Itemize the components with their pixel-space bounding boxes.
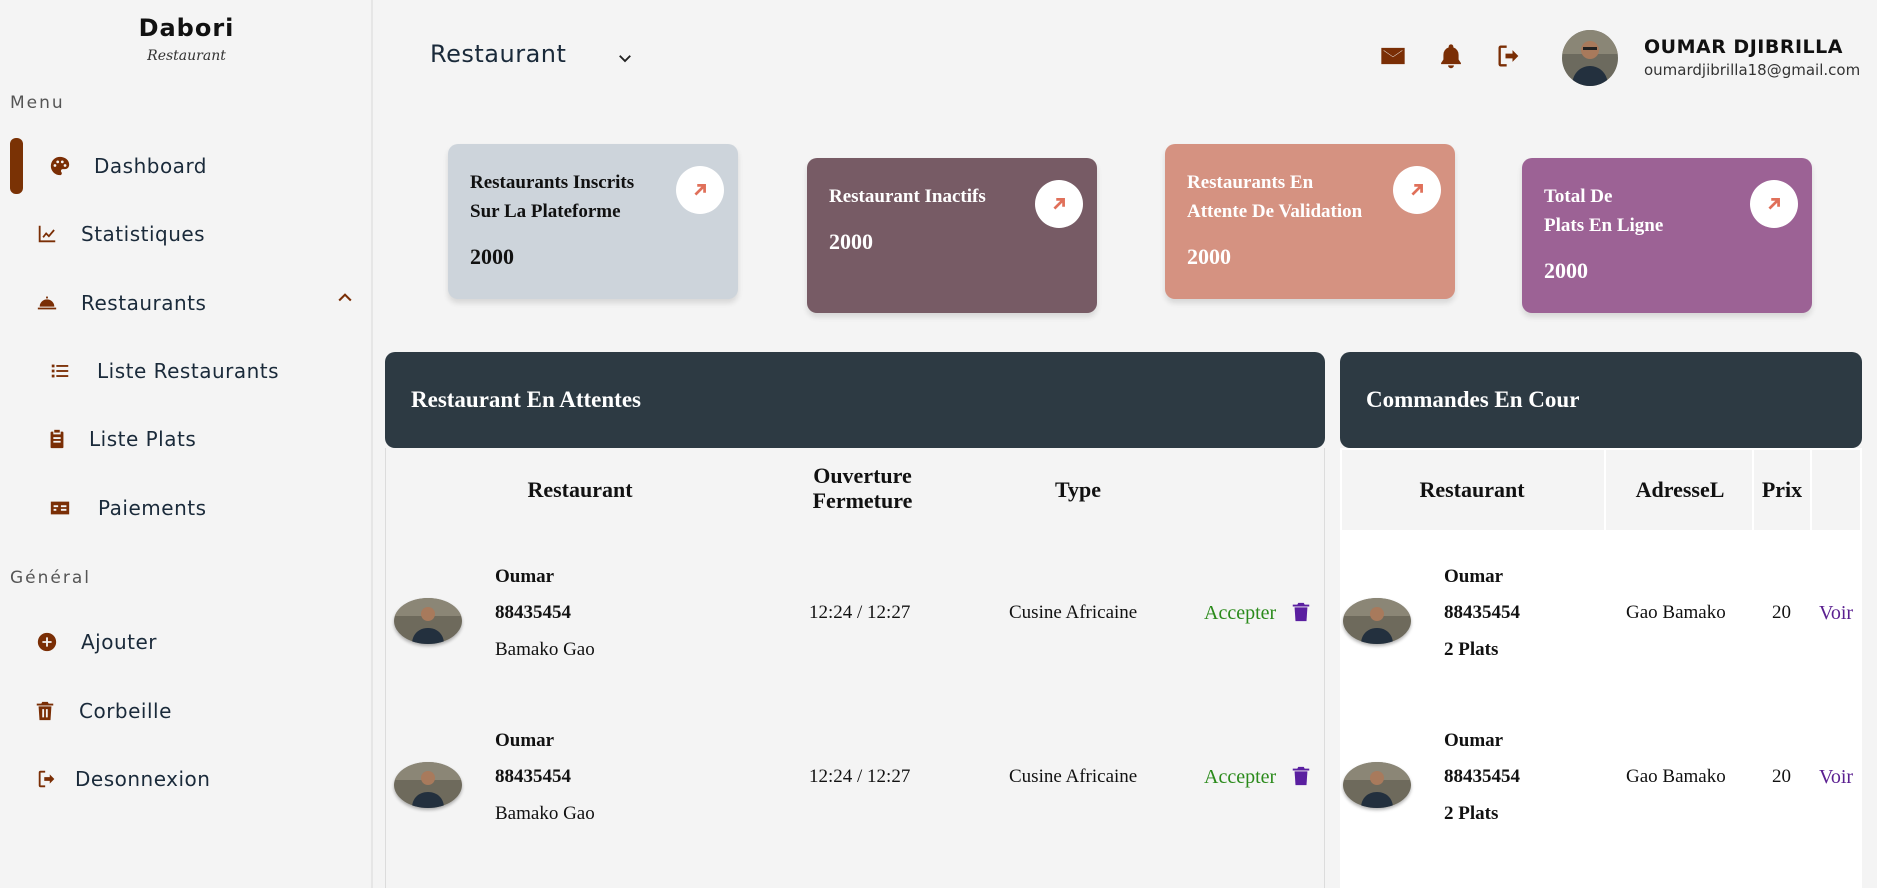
restaurant-name: Oumar bbox=[495, 730, 555, 751]
sidebar-item-label: Restaurants bbox=[81, 291, 207, 315]
trash-icon bbox=[33, 699, 57, 723]
column-divider bbox=[1752, 450, 1754, 530]
sidebar-item-ajouter[interactable]: Ajouter bbox=[35, 614, 157, 670]
stat-card-registered: Restaurants Inscrits Sur La Plateforme 2… bbox=[448, 144, 738, 299]
sidebar-item-liste-restaurants[interactable]: Liste Restaurants bbox=[48, 343, 279, 399]
card-value: 2000 bbox=[1544, 258, 1588, 283]
sidebar-item-liste-plats[interactable]: Liste Plats bbox=[45, 411, 196, 467]
bell-icon[interactable] bbox=[1436, 41, 1466, 71]
sidebar-item-label: Paiements bbox=[98, 496, 207, 520]
card-value: 2000 bbox=[470, 244, 514, 269]
col-hours: Ouverture Fermeture bbox=[812, 463, 913, 513]
stat-card-pending: Restaurants En Attente De Validation 200… bbox=[1165, 144, 1455, 299]
col-price: Prix bbox=[1761, 477, 1803, 502]
order-restaurant-name: Oumar bbox=[1444, 730, 1504, 751]
restaurant-avatar bbox=[1343, 762, 1411, 808]
card-value: 2000 bbox=[829, 229, 873, 254]
money-card-icon bbox=[48, 496, 72, 520]
sidebar-item-label: Liste Restaurants bbox=[97, 359, 280, 383]
restaurant-avatar bbox=[1343, 598, 1411, 644]
orders-panel-title: Commandes En Cour bbox=[1366, 387, 1580, 412]
chevron-up-icon[interactable] bbox=[335, 288, 355, 308]
order-phone: 88435454 bbox=[1444, 766, 1520, 787]
trash-icon[interactable] bbox=[1290, 765, 1314, 789]
sign-out-icon bbox=[35, 767, 59, 791]
user-name: OUMAR DJIBRILLA bbox=[1644, 36, 1843, 58]
column-divider bbox=[1810, 450, 1812, 530]
sidebar-item-label: Desonnexion bbox=[75, 767, 211, 791]
list-icon bbox=[48, 359, 72, 383]
trash-icon[interactable] bbox=[1290, 601, 1314, 625]
plus-circle-icon bbox=[35, 630, 59, 654]
arrow-up-right-icon[interactable] bbox=[1393, 166, 1441, 214]
general-section-label: Général bbox=[10, 568, 91, 588]
active-indicator bbox=[10, 138, 23, 194]
col-restaurant: Restaurant bbox=[527, 477, 633, 502]
order-plats: 2 Plats bbox=[1444, 639, 1499, 660]
sidebar-item-dashboard[interactable]: Dashboard bbox=[48, 138, 207, 194]
accept-link[interactable]: Accepter bbox=[1204, 602, 1276, 625]
order-address: Gao Bamako bbox=[1626, 602, 1726, 623]
sidebar-item-paiements[interactable]: Paiements bbox=[48, 480, 207, 536]
sidebar-item-restaurants[interactable]: Restaurants bbox=[35, 275, 206, 331]
order-address: Gao Bamako bbox=[1626, 766, 1726, 787]
restaurant-phone: 88435454 bbox=[495, 602, 571, 623]
orders-panel-header: Commandes En Cour bbox=[1340, 352, 1862, 448]
restaurant-phone: 88435454 bbox=[495, 766, 571, 787]
pending-panel-header: Restaurant En Attentes bbox=[385, 352, 1325, 448]
brand-name: Dabori bbox=[138, 14, 235, 42]
col-restaurant: Restaurant bbox=[1419, 477, 1525, 502]
restaurant-type: Cusine Africaine bbox=[1009, 766, 1138, 787]
bell-concierge-icon bbox=[35, 291, 59, 315]
palette-icon bbox=[48, 154, 72, 178]
order-price: 20 bbox=[1772, 766, 1791, 787]
restaurant-hours: 12:24 / 12:27 bbox=[809, 602, 911, 623]
clipboard-icon bbox=[45, 427, 69, 451]
stat-card-dishes: Total De Plats En Ligne 2000 bbox=[1522, 158, 1812, 313]
brand-subtitle: Restaurant bbox=[147, 48, 226, 64]
user-email: oumardjibrilla18@gmail.com bbox=[1644, 61, 1861, 79]
view-link[interactable]: Voir bbox=[1819, 602, 1853, 625]
sign-out-icon[interactable] bbox=[1494, 41, 1524, 71]
restaurant-hours: 12:24 / 12:27 bbox=[809, 766, 911, 787]
stat-card-inactive: Restaurant Inactifs 2000 bbox=[807, 158, 1097, 313]
sidebar-item-label: Liste Plats bbox=[89, 427, 197, 451]
chart-line-icon bbox=[35, 222, 59, 246]
sidebar-item-desonnexion[interactable]: Desonnexion bbox=[35, 751, 210, 807]
sidebar-item-label: Statistiques bbox=[81, 222, 206, 246]
order-restaurant-name: Oumar bbox=[1444, 566, 1504, 587]
view-link[interactable]: Voir bbox=[1819, 766, 1853, 789]
menu-section-label: Menu bbox=[10, 93, 65, 113]
order-price: 20 bbox=[1772, 602, 1791, 623]
pending-panel-title: Restaurant En Attentes bbox=[411, 387, 641, 412]
order-phone: 88435454 bbox=[1444, 602, 1520, 623]
sidebar-item-label: Ajouter bbox=[81, 630, 158, 654]
col-type: Type bbox=[1054, 477, 1102, 502]
sidebar-item-label: Dashboard bbox=[94, 154, 208, 178]
sidebar: Dabori Restaurant Menu Dashboard Statist… bbox=[0, 0, 373, 888]
sidebar-item-statistiques[interactable]: Statistiques bbox=[35, 206, 205, 262]
sidebar-item-corbeille[interactable]: Corbeille bbox=[33, 683, 172, 739]
card-value: 2000 bbox=[1187, 244, 1231, 269]
restaurant-city: Bamako Gao bbox=[495, 639, 595, 660]
mail-icon[interactable] bbox=[1378, 41, 1408, 71]
accept-link[interactable]: Accepter bbox=[1204, 766, 1276, 789]
restaurant-avatar bbox=[394, 598, 462, 644]
brand: Dabori Restaurant bbox=[0, 14, 373, 64]
chevron-down-icon bbox=[616, 45, 634, 63]
user-avatar[interactable] bbox=[1562, 30, 1618, 86]
col-address: AdresseL bbox=[1635, 477, 1725, 502]
arrow-up-right-icon[interactable] bbox=[1035, 180, 1083, 228]
restaurant-type: Cusine Africaine bbox=[1009, 602, 1138, 623]
arrow-up-right-icon[interactable] bbox=[676, 166, 724, 214]
arrow-up-right-icon[interactable] bbox=[1750, 180, 1798, 228]
restaurant-avatar bbox=[394, 762, 462, 808]
sidebar-item-label: Corbeille bbox=[79, 699, 172, 723]
restaurant-name: Oumar bbox=[495, 566, 555, 587]
column-divider bbox=[1604, 450, 1606, 530]
restaurant-select[interactable]: Restaurant bbox=[430, 40, 634, 68]
restaurant-city: Bamako Gao bbox=[495, 803, 595, 824]
order-plats: 2 Plats bbox=[1444, 803, 1499, 824]
restaurant-select-value: Restaurant bbox=[430, 40, 567, 68]
